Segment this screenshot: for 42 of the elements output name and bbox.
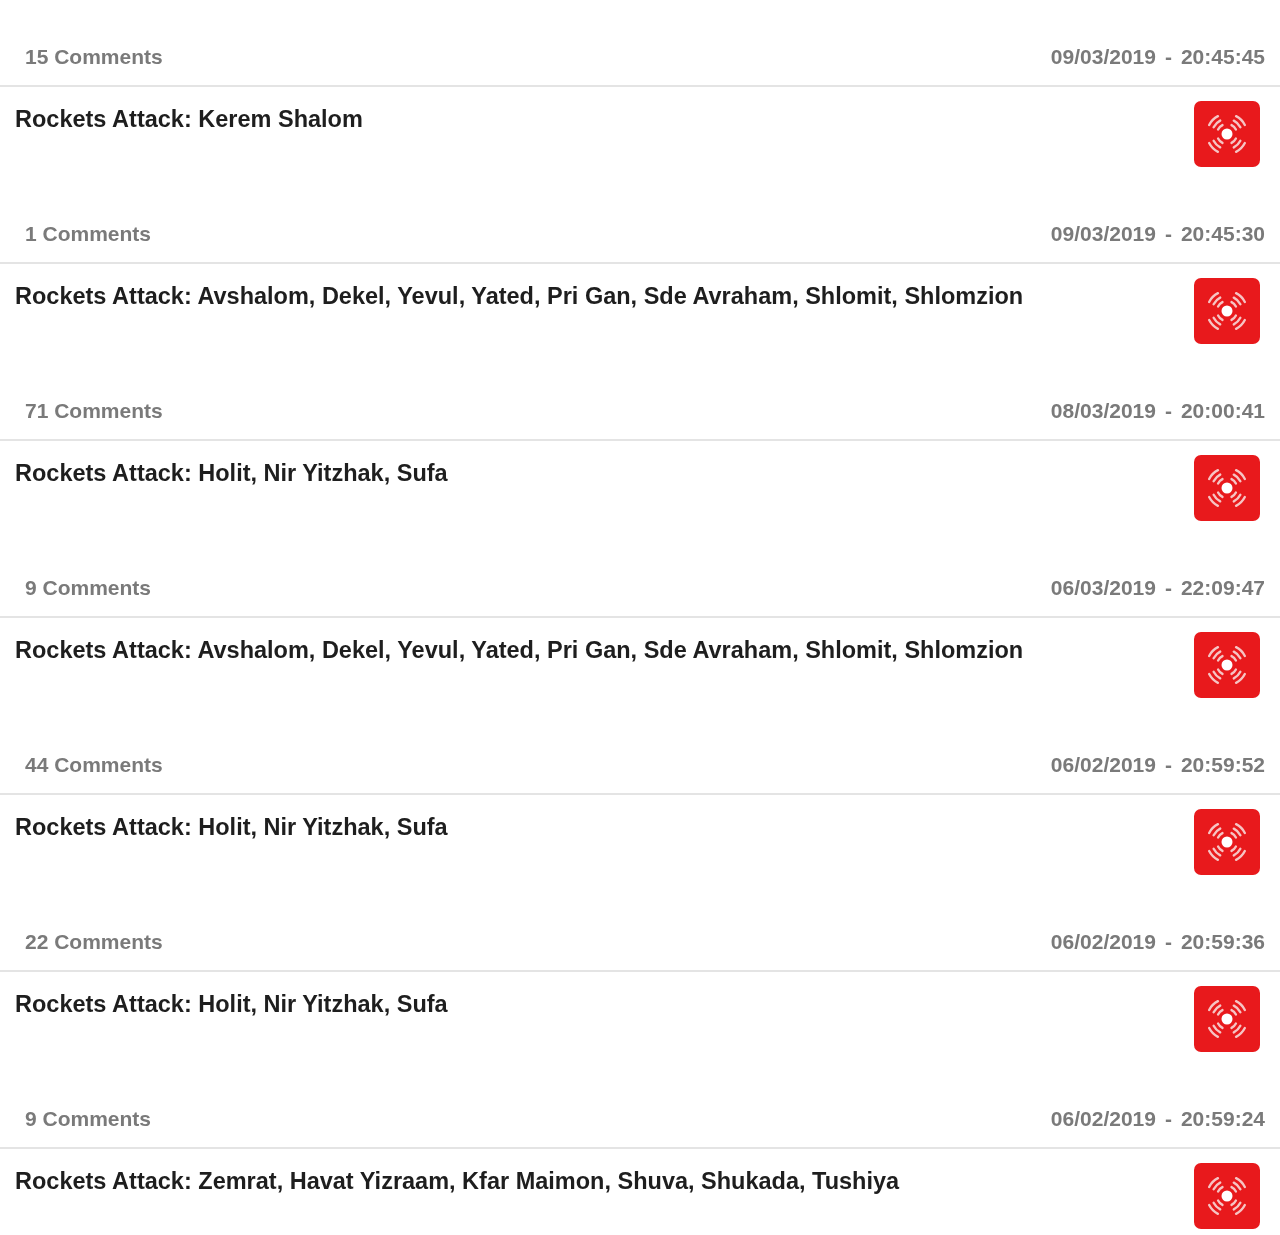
alert-time: 20:59:24 [1180,1106,1265,1131]
alert-title[interactable]: Rockets Attack: Avshalom, Dekel, Yevul, Yated, Pri Gan, Sde Avraham, Shlomit, Shlomzion [15,637,1024,664]
alert-title[interactable]: Rockets Attack: Avshalom, Dekel, Yevul, Yated, Pri Gan, Sde Avraham, Shlomit, Shlomzion [15,283,1024,310]
date-separator: - [1164,44,1172,69]
date-separator: - [1164,398,1172,423]
comments-count[interactable]: 15 Comments [25,44,163,69]
date-separator: - [1164,929,1172,954]
siren-icon [1194,809,1260,875]
siren-icon [1194,1163,1260,1229]
alert-date: 06/02/2019 [1050,1106,1156,1131]
date-separator: - [1164,1106,1172,1131]
comments-count[interactable]: 22 Comments [25,929,163,954]
alert-date: 08/03/2019 [1050,398,1156,423]
alert-title[interactable]: Rockets Attack: Holit, Nir Yitzhak, Sufa [15,460,448,487]
alert-title[interactable]: Rockets Attack: Kerem Shalom [15,106,363,133]
alert-time: 20:45:30 [1180,221,1265,246]
alert-time: 20:00:41 [1180,398,1265,423]
siren-icon [1194,278,1260,344]
siren-icon [1194,101,1260,167]
siren-icon [1194,632,1260,698]
alert-date: 06/02/2019 [1050,929,1156,954]
alert-date: 06/02/2019 [1050,752,1156,777]
alert-title[interactable]: Rockets Attack: Holit, Nir Yitzhak, Sufa [15,814,448,841]
alert-time: 22:09:47 [1180,575,1265,600]
comments-count[interactable]: 1 Comments [25,221,152,246]
siren-icon [1194,986,1260,1052]
alert-time: 20:45:45 [1180,44,1265,69]
alert-title[interactable]: Rockets Attack: Holit, Nir Yitzhak, Sufa [15,991,448,1018]
date-separator: - [1164,221,1172,246]
date-separator: - [1164,752,1172,777]
comments-count[interactable]: 71 Comments [25,398,163,423]
siren-icon [1194,455,1260,521]
alert-date: 09/03/2019 [1050,221,1156,246]
comments-count[interactable]: 9 Comments [25,1106,152,1131]
alert-title[interactable]: Rockets Attack: Zemrat, Havat Yizraam, Kfar Maimon, Shuva, Shukada, Tushiya [15,1168,900,1195]
alert-date: 09/03/2019 [1050,44,1156,69]
alert-date: 06/03/2019 [1050,575,1156,600]
date-separator: - [1164,575,1172,600]
alert-time: 20:59:52 [1180,752,1265,777]
alert-time: 20:59:36 [1180,929,1265,954]
comments-count[interactable]: 44 Comments [25,752,163,777]
comments-count[interactable]: 9 Comments [25,575,152,600]
